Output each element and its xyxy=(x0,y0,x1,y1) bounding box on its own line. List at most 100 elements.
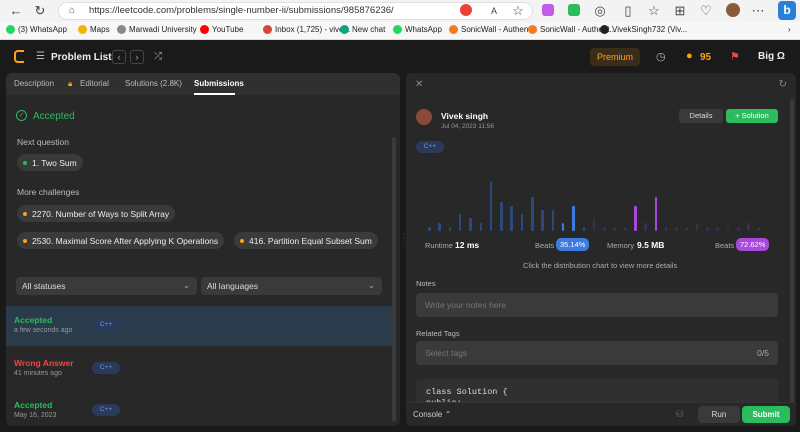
collections-icon[interactable]: ⊞ xyxy=(672,3,688,19)
bookmark-item[interactable]: WhatsApp xyxy=(393,25,442,34)
distribution-bar[interactable] xyxy=(541,210,544,231)
scrollbar[interactable] xyxy=(790,99,794,426)
bookmark-item[interactable]: Inbox (1,725) - vive... xyxy=(263,25,350,34)
status-filter-select[interactable]: All statuses ⌄ xyxy=(16,277,197,295)
distribution-bar[interactable] xyxy=(489,180,493,231)
bing-icon[interactable]: b xyxy=(778,1,796,20)
distribution-bar[interactable] xyxy=(634,205,637,231)
back-icon[interactable]: ← xyxy=(8,3,24,19)
distribution-bar[interactable] xyxy=(458,214,462,231)
challenge-chip[interactable]: 2270. Number of Ways to Split Array xyxy=(17,205,176,222)
profile-avatar[interactable] xyxy=(726,3,740,17)
prev-problem-icon[interactable]: ‹ xyxy=(112,50,126,64)
notes-input[interactable] xyxy=(416,293,778,317)
runtime-label: Runtime xyxy=(425,241,453,250)
distribution-bar[interactable] xyxy=(603,226,606,231)
distribution-bar[interactable] xyxy=(644,222,647,231)
language-filter-select[interactable]: All languages ⌄ xyxy=(201,277,382,295)
submit-button[interactable]: Submit xyxy=(742,406,790,423)
notification-icon[interactable]: ⚑ xyxy=(730,50,740,63)
submission-row[interactable]: Accepted May 16, 2023 C++ xyxy=(6,391,394,426)
distribution-bar[interactable] xyxy=(613,226,616,231)
run-button[interactable]: Run xyxy=(698,406,740,423)
favorite-star-icon[interactable]: ☆ xyxy=(510,3,526,19)
extension-icon[interactable] xyxy=(460,4,472,16)
distribution-bar[interactable] xyxy=(695,222,699,231)
distribution-bar[interactable] xyxy=(500,201,503,231)
challenge-chip[interactable]: 416. Partition Equal Subset Sum xyxy=(234,232,378,249)
streak-count[interactable]: 95 xyxy=(700,52,711,63)
distribution-bar[interactable] xyxy=(685,226,688,231)
distribution-bar[interactable] xyxy=(654,197,658,231)
submitter-name[interactable]: Vivek singh xyxy=(441,111,488,121)
shuffle-icon[interactable]: ⤮ xyxy=(154,51,162,62)
refresh-icon[interactable]: ↻ xyxy=(779,79,787,90)
distribution-bar[interactable] xyxy=(531,197,534,231)
tab-description[interactable]: Description xyxy=(14,79,54,88)
distribution-bar[interactable] xyxy=(757,226,761,231)
submission-row[interactable]: Accepted a few seconds ago C++ xyxy=(6,306,394,346)
distribution-bar[interactable] xyxy=(737,226,740,231)
more-bookmarks-icon[interactable]: › xyxy=(788,25,791,34)
close-icon[interactable]: ✕ xyxy=(415,79,423,90)
distribution-bar[interactable] xyxy=(448,226,452,231)
distribution-bar[interactable] xyxy=(428,226,431,231)
favorites-icon[interactable]: ☆ xyxy=(646,3,662,19)
extension-icon[interactable]: ◎ xyxy=(592,3,608,19)
distribution-bar[interactable] xyxy=(675,226,678,231)
next-question-chip[interactable]: 1. Two Sum xyxy=(17,154,83,171)
next-problem-icon[interactable]: › xyxy=(130,50,144,64)
user-menu[interactable]: Big Ω xyxy=(758,51,785,62)
challenge-chip[interactable]: 2530. Maximal Score After Applying K Ope… xyxy=(17,232,225,249)
tags-select[interactable]: Select tags 0/5 xyxy=(416,341,778,365)
distribution-chart[interactable] xyxy=(406,173,778,233)
tags-count: 0/5 xyxy=(757,348,769,358)
solution-button[interactable]: + Solution xyxy=(726,109,778,123)
refresh-icon[interactable]: ↻ xyxy=(32,3,48,19)
extension-icon[interactable] xyxy=(568,4,580,16)
avatar[interactable] xyxy=(416,109,432,125)
timer-icon[interactable]: ◷ xyxy=(656,50,666,63)
distribution-bar[interactable] xyxy=(623,226,627,231)
bookmark-item[interactable]: YouTube xyxy=(200,25,243,34)
distribution-bar[interactable] xyxy=(592,218,596,231)
distribution-bar[interactable] xyxy=(716,226,719,231)
details-button[interactable]: Details xyxy=(679,109,723,123)
distribution-bar[interactable] xyxy=(582,226,585,231)
bookmark-item[interactable]: (3) WhatsApp xyxy=(6,25,67,34)
distribution-bar[interactable] xyxy=(572,205,575,231)
more-menu-icon[interactable]: ⋯ xyxy=(750,3,766,19)
split-screen-icon[interactable]: ▯ xyxy=(620,3,636,19)
distribution-bar[interactable] xyxy=(479,222,482,231)
problem-list-link[interactable]: Problem List xyxy=(51,52,112,63)
bookmark-item[interactable]: New chat xyxy=(340,25,385,34)
distribution-bar[interactable] xyxy=(706,226,709,231)
submission-row[interactable]: Wrong Answer 41 minutes ago C++ xyxy=(6,349,394,389)
distribution-bar[interactable] xyxy=(510,205,513,231)
tab-editorial[interactable]: Editorial xyxy=(80,79,109,88)
beats-label: Beats xyxy=(535,241,555,250)
bookmark-item[interactable]: Maps xyxy=(78,25,110,34)
scrollbar[interactable] xyxy=(392,137,396,422)
distribution-bar[interactable] xyxy=(551,210,555,231)
distribution-bar[interactable] xyxy=(469,218,472,231)
bookmark-item[interactable]: VivekSingh732 (Viv... xyxy=(600,25,687,34)
bookmark-item[interactable]: Marwadi University xyxy=(117,25,197,34)
extension-icon[interactable] xyxy=(542,4,554,16)
tab-solutions[interactable]: Solutions (2.8K) xyxy=(125,79,182,88)
right-panel: ✕ ↻ Vivek singh Jul 04, 2023 11:56 Detai… xyxy=(406,73,796,426)
read-aloud-icon[interactable]: A xyxy=(486,3,502,19)
bookmark-item[interactable]: SonicWall - Authent... xyxy=(449,25,537,34)
distribution-bar[interactable] xyxy=(561,222,565,231)
heart-icon[interactable]: ♡ xyxy=(698,3,714,19)
distribution-bar[interactable] xyxy=(438,222,441,231)
distribution-bar[interactable] xyxy=(747,222,750,231)
console-toggle[interactable]: Console ⌃ xyxy=(413,410,451,419)
premium-button[interactable]: Premium xyxy=(590,48,640,66)
leetcode-logo-icon[interactable] xyxy=(14,50,24,63)
distribution-bar[interactable] xyxy=(520,214,524,231)
distribution-bar[interactable] xyxy=(664,226,668,231)
distribution-bar[interactable] xyxy=(726,226,730,231)
tab-submissions[interactable]: Submissions xyxy=(194,79,244,88)
trash-icon[interactable]: ⛁ xyxy=(676,409,684,420)
